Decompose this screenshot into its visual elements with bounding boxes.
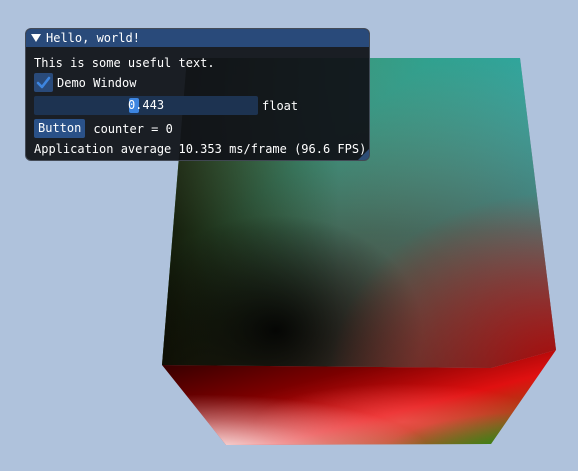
resize-grip-icon[interactable] (358, 149, 369, 160)
demo-window-label: Demo Window (57, 75, 137, 90)
demo-window-checkbox[interactable] (34, 73, 53, 92)
checkmark-icon (36, 76, 51, 89)
triangle-down-icon[interactable] (31, 34, 41, 42)
hello-world-window[interactable]: Hello, world! This is some useful text. … (25, 28, 370, 161)
useful-text: This is some useful text. (34, 56, 215, 70)
float-label: float (262, 98, 299, 113)
fps-readout: Application average 10.353 ms/frame (96.… (34, 142, 367, 156)
float-slider[interactable]: 0.443 (34, 96, 258, 115)
demo-window-checkbox-row[interactable]: Demo Window (34, 73, 136, 92)
render-viewport: Hello, world! This is some useful text. … (0, 0, 578, 471)
window-title: Hello, world! (46, 31, 140, 45)
button[interactable]: Button (34, 119, 86, 138)
float-slider-row[interactable]: 0.443 float (34, 96, 298, 115)
window-title-bar[interactable]: Hello, world! (26, 29, 369, 47)
slider-value-text: 0.443 (127, 98, 165, 112)
counter-text: counter = 0 (93, 121, 173, 136)
button-row: Button counter = 0 (34, 119, 173, 138)
